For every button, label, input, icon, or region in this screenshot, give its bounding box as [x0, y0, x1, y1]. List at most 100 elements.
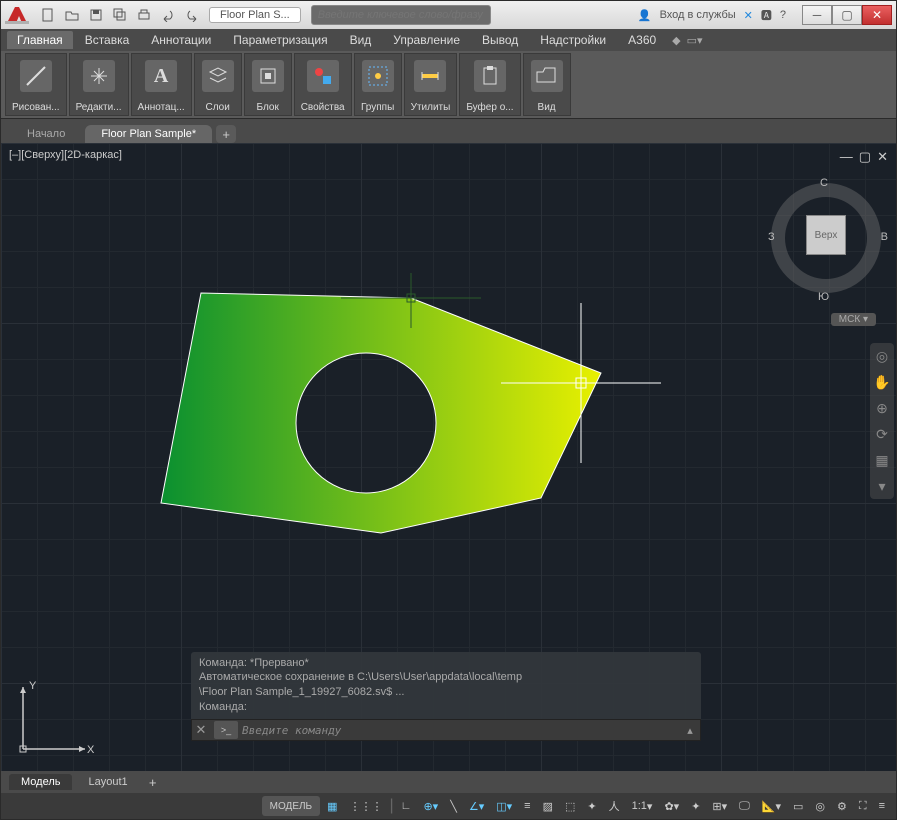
status-units-icon[interactable]: 📐▾	[757, 796, 786, 816]
viewcube-north[interactable]: С	[820, 177, 828, 189]
layout-tab-model[interactable]: Модель	[9, 774, 72, 790]
menu-insert[interactable]: Вставка	[75, 31, 140, 49]
nav-pan-icon[interactable]: ✋	[873, 373, 891, 391]
status-grid-icon[interactable]: ▦	[322, 796, 342, 816]
status-cleanscreen-icon[interactable]: ⛶	[854, 796, 872, 816]
nav-showmotion-icon[interactable]: ▦	[873, 451, 891, 469]
command-area: Команда: *Прервано* Автоматическое сохра…	[191, 652, 701, 741]
ribbon-block[interactable]: Блок	[244, 53, 292, 116]
print-icon[interactable]	[133, 4, 155, 26]
viewcube-south[interactable]: Ю	[818, 291, 829, 303]
ribbon-view[interactable]: Вид	[523, 53, 571, 116]
tab-start[interactable]: Начало	[11, 125, 81, 143]
viewcube-top-face[interactable]: Верх	[806, 215, 846, 255]
menu-panels-icon[interactable]: ▭▾	[687, 34, 703, 47]
new-icon[interactable]	[37, 4, 59, 26]
viewcube-west[interactable]: З	[768, 231, 775, 243]
nav-wheel-icon[interactable]: ◎	[873, 347, 891, 365]
layout-tab-new[interactable]: +	[144, 775, 162, 790]
title-doc-tab[interactable]: Floor Plan S...	[209, 7, 301, 23]
keyword-search[interactable]	[311, 5, 491, 25]
status-snap-icon[interactable]: ⋮⋮⋮	[345, 796, 388, 816]
status-isolate-icon[interactable]: ◎	[810, 796, 830, 816]
command-prompt-icon[interactable]: >_	[214, 721, 238, 739]
saveas-icon[interactable]	[109, 4, 131, 26]
status-osnap-icon[interactable]: ∠▾	[464, 796, 489, 816]
help-icon[interactable]: ?	[780, 9, 786, 21]
quick-access-toolbar	[37, 4, 203, 26]
statusbar: МОДЕЛЬ ▦ ⋮⋮⋮ | ∟ ⊕▾ ╲ ∠▾ ◫▾ ≡ ▨ ⬚ ✦ 人 1:…	[1, 793, 896, 819]
nav-zoom-icon[interactable]: ⊕	[873, 399, 891, 417]
status-dynucs-icon[interactable]: 人	[604, 796, 625, 816]
status-transparency-icon[interactable]: ▨	[538, 796, 558, 816]
ribbon-modify[interactable]: Редакти...	[69, 53, 129, 116]
menu-parametric[interactable]: Параметризация	[223, 31, 337, 49]
status-workspace-icon[interactable]: ⊞▾	[707, 796, 732, 816]
status-model-button[interactable]: МОДЕЛЬ	[262, 796, 320, 816]
cloud-icon[interactable]: 🅰	[761, 7, 772, 23]
tab-floor-plan[interactable]: Floor Plan Sample*	[85, 125, 212, 143]
status-polar-icon[interactable]: ⊕▾	[418, 796, 443, 816]
status-customize-icon[interactable]: ≡	[874, 796, 890, 816]
menu-addins[interactable]: Надстройки	[530, 31, 616, 49]
menu-annotate[interactable]: Аннотации	[141, 31, 221, 49]
signin-label[interactable]: Вход в службы	[660, 9, 736, 21]
app-logo-icon[interactable]	[5, 5, 33, 25]
ribbon-groups[interactable]: Группы	[354, 53, 402, 116]
ribbon-clipboard[interactable]: Буфер о...	[459, 53, 520, 116]
search-input[interactable]	[311, 5, 491, 25]
exchange-icon[interactable]: ✕	[744, 9, 753, 22]
maximize-button[interactable]: ▢	[832, 5, 862, 25]
status-monitor-icon[interactable]: 🖵	[734, 796, 755, 816]
close-button[interactable]: ✕	[862, 5, 892, 25]
minimize-button[interactable]: ─	[802, 5, 832, 25]
command-close-icon[interactable]: ✕	[192, 722, 210, 738]
ribbon-annotate[interactable]: AАннотац...	[131, 53, 192, 116]
command-line[interactable]: ✕ >_ Введите команду ▴	[191, 719, 701, 741]
ribbon-properties[interactable]: Свойства	[294, 53, 352, 116]
status-ortho-icon[interactable]: ∟	[396, 796, 417, 816]
status-lineweight-icon[interactable]: ≡	[519, 796, 535, 816]
ribbon-layers[interactable]: Слои	[194, 53, 242, 116]
menu-output[interactable]: Вывод	[472, 31, 528, 49]
layout-tab-layout1[interactable]: Layout1	[76, 774, 139, 790]
viewport-minimize-icon[interactable]: —	[840, 149, 853, 165]
viewcube[interactable]: С Ю В З Верх	[766, 173, 886, 313]
ucs-icon[interactable]: X Y	[15, 677, 95, 757]
status-otrack-icon[interactable]: ◫▾	[491, 796, 517, 816]
tab-new[interactable]: +	[216, 125, 236, 143]
save-icon[interactable]	[85, 4, 107, 26]
open-icon[interactable]	[61, 4, 83, 26]
drawn-polygon-object[interactable]	[141, 273, 621, 553]
ribbon-draw[interactable]: Рисован...	[5, 53, 67, 116]
command-input[interactable]: Введите команду	[242, 724, 680, 737]
status-isodraft-icon[interactable]: ╲	[445, 796, 462, 816]
nav-expand-icon[interactable]: ▾	[873, 477, 891, 495]
menu-manage[interactable]: Управление	[383, 31, 470, 49]
status-3dosnap-icon[interactable]: ✦	[582, 796, 601, 816]
undo-icon[interactable]	[157, 4, 179, 26]
redo-icon[interactable]	[181, 4, 203, 26]
menu-a360[interactable]: A360	[618, 31, 666, 49]
status-annoscale-icon[interactable]: 1:1▾	[627, 796, 658, 816]
nav-orbit-icon[interactable]: ⟳	[873, 425, 891, 443]
status-gear-icon[interactable]: ✿▾	[659, 796, 684, 816]
viewport-close-icon[interactable]: ✕	[877, 149, 888, 165]
menubar: Главная Вставка Аннотации Параметризация…	[1, 29, 896, 51]
viewcube-east[interactable]: В	[881, 231, 888, 243]
command-history-toggle-icon[interactable]: ▴	[680, 724, 700, 737]
ribbon: Рисован... Редакти... AАннотац... Слои Б…	[1, 51, 896, 119]
status-annovisibility-icon[interactable]: ✦	[686, 796, 705, 816]
viewport-maximize-icon[interactable]: ▢	[859, 149, 871, 165]
ribbon-utilities[interactable]: Утилиты	[404, 53, 458, 116]
ucs-dropdown[interactable]: МСК ▾	[831, 313, 876, 326]
drawing-canvas[interactable]: [–][Сверху][2D-каркас] — ▢ ✕ С Ю В З Вер…	[1, 143, 896, 771]
status-cycling-icon[interactable]: ⬚	[560, 796, 580, 816]
status-quickprops-icon[interactable]: ▭	[788, 796, 808, 816]
view-controls-label[interactable]: [–][Сверху][2D-каркас]	[9, 149, 122, 161]
menu-home[interactable]: Главная	[7, 31, 73, 49]
status-hwaccel-icon[interactable]: ⚙	[832, 796, 852, 816]
menu-view[interactable]: Вид	[340, 31, 382, 49]
menu-featured-icon[interactable]: ◆	[672, 34, 680, 47]
signin-icon[interactable]: 👤	[638, 9, 652, 22]
